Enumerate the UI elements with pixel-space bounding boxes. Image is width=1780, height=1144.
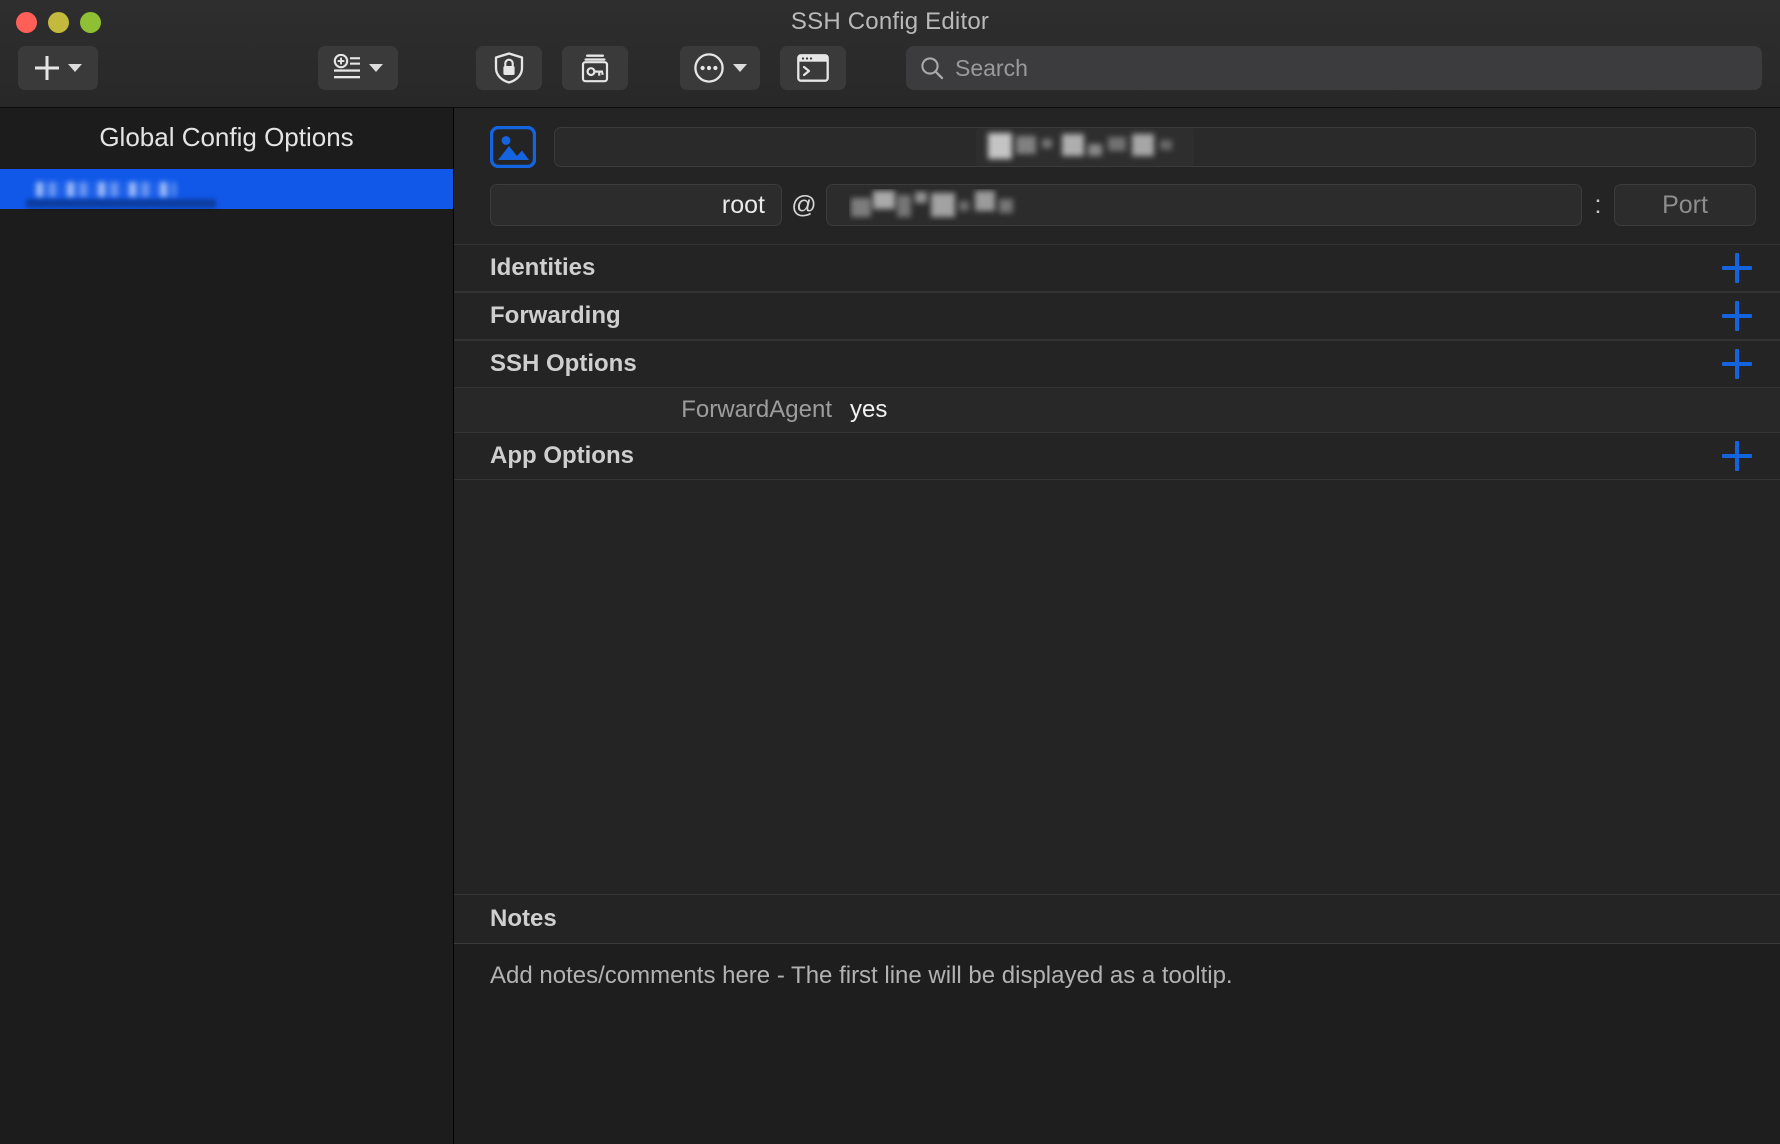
keychain-button[interactable] bbox=[562, 46, 628, 90]
ssh-option-row[interactable]: ForwardAgent yes bbox=[454, 388, 1780, 432]
window-controls bbox=[16, 12, 101, 33]
notes-textarea[interactable]: Add notes/comments here - The first line… bbox=[454, 944, 1780, 1144]
sidebar-item-host[interactable] bbox=[0, 169, 453, 209]
section-title-identities: Identities bbox=[490, 254, 596, 281]
keychain-key-icon bbox=[581, 54, 609, 83]
host-name-row bbox=[454, 108, 1780, 168]
host-value-redacted bbox=[849, 189, 1019, 221]
notes-header: Notes bbox=[454, 894, 1780, 944]
list-add-icon bbox=[333, 54, 360, 79]
sidebar-item-underline bbox=[26, 199, 216, 208]
section-identities[interactable]: Identities bbox=[454, 244, 1780, 292]
section-ssh-options[interactable]: SSH Options bbox=[454, 340, 1780, 388]
sidebar-item-label-redacted bbox=[36, 181, 176, 197]
ssh-option-key: ForwardAgent bbox=[681, 396, 832, 423]
at-separator: @ bbox=[791, 190, 817, 219]
section-title-app-options: App Options bbox=[490, 442, 634, 469]
plus-icon bbox=[35, 56, 59, 80]
chevron-down-icon bbox=[68, 64, 82, 72]
chevron-down-icon bbox=[369, 64, 383, 72]
host-input[interactable] bbox=[826, 184, 1582, 226]
detail-pane: root @ : Port Identities Forwarding SSH … bbox=[454, 108, 1780, 1144]
security-button[interactable] bbox=[476, 46, 542, 90]
section-title-ssh-options: SSH Options bbox=[490, 350, 637, 377]
user-host-port-row: root @ : Port bbox=[454, 168, 1780, 226]
close-window-button[interactable] bbox=[16, 12, 37, 33]
chevron-down-icon bbox=[733, 64, 747, 72]
section-forwarding[interactable]: Forwarding bbox=[454, 292, 1780, 340]
main-body: Global Config Options root @: Port Iden… bbox=[0, 108, 1780, 1144]
section-title-forwarding: Forwarding bbox=[490, 302, 621, 329]
sections-list: Identities Forwarding SSH Options Forwar… bbox=[454, 244, 1780, 480]
search-field[interactable]: Search bbox=[906, 46, 1762, 90]
add-button[interactable] bbox=[18, 46, 98, 90]
title-bar: SSH Config Editor Search bbox=[0, 0, 1780, 108]
section-app-options[interactable]: App Options bbox=[454, 432, 1780, 480]
app-window: SSH Config Editor Search Global Config O… bbox=[0, 0, 1780, 1144]
image-placeholder-icon[interactable] bbox=[490, 126, 536, 168]
shield-lock-icon bbox=[494, 52, 524, 84]
ssh-option-value[interactable]: yes bbox=[850, 396, 887, 424]
add-ssh-option-button[interactable] bbox=[1720, 347, 1754, 381]
port-input[interactable]: Port bbox=[1614, 184, 1756, 226]
zoom-window-button[interactable] bbox=[80, 12, 101, 33]
notes-title: Notes bbox=[490, 905, 557, 932]
add-to-list-button[interactable] bbox=[318, 46, 398, 90]
add-identity-button[interactable] bbox=[1720, 251, 1754, 285]
ellipsis-circle-icon bbox=[694, 53, 724, 83]
terminal-window-icon bbox=[797, 54, 829, 82]
search-icon bbox=[921, 57, 944, 80]
minimize-window-button[interactable] bbox=[48, 12, 69, 33]
add-app-option-button[interactable] bbox=[1720, 439, 1754, 473]
more-actions-button[interactable] bbox=[680, 46, 760, 90]
detail-empty-space bbox=[454, 480, 1780, 894]
user-input[interactable]: root bbox=[490, 184, 782, 226]
window-title: SSH Config Editor bbox=[790, 8, 990, 35]
terminal-button[interactable] bbox=[780, 46, 846, 90]
host-name-value-redacted bbox=[976, 128, 1194, 166]
add-forwarding-button[interactable] bbox=[1720, 299, 1754, 333]
port-separator: : bbox=[1594, 190, 1602, 219]
search-placeholder: Search bbox=[955, 54, 1028, 81]
toolbar: Search bbox=[0, 42, 1780, 94]
sidebar-title: Global Config Options bbox=[99, 122, 354, 152]
sidebar: Global Config Options bbox=[0, 108, 454, 1144]
